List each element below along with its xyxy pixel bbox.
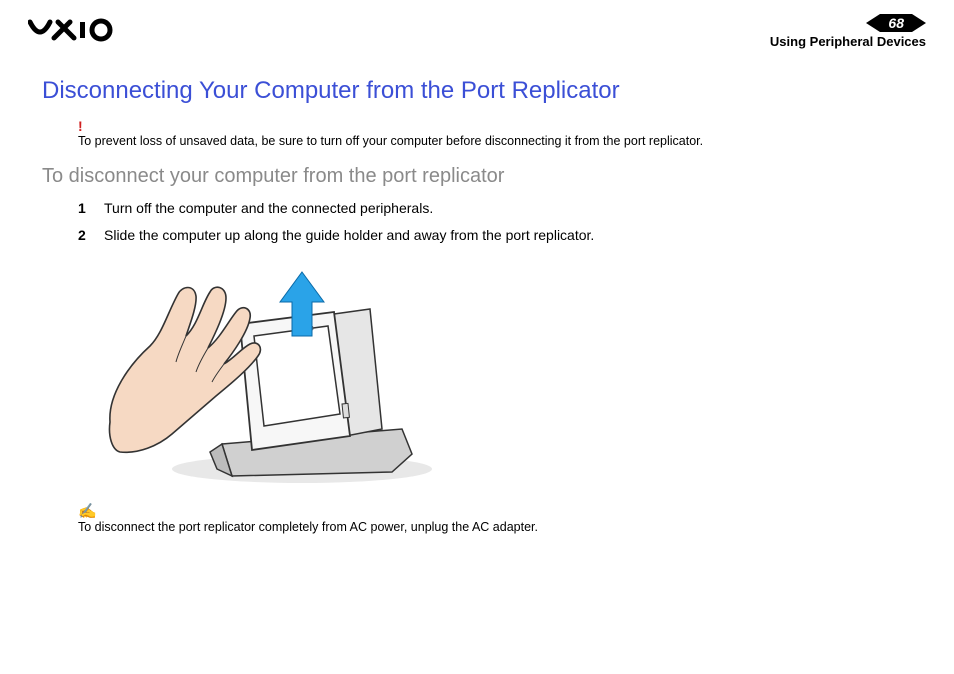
vaio-logo xyxy=(28,14,138,44)
illustration-disconnect: VAIO xyxy=(102,254,442,494)
note-text: To disconnect the port replicator comple… xyxy=(78,519,912,537)
note-block: ✍ To disconnect the port replicator comp… xyxy=(42,504,912,537)
page-number: 68 xyxy=(880,14,912,32)
prev-page-button[interactable] xyxy=(866,14,880,32)
step-text: Slide the computer up along the guide ho… xyxy=(104,225,594,246)
warning-block: ! To prevent loss of unsaved data, be su… xyxy=(42,119,912,151)
hand-icon xyxy=(109,287,260,452)
page-content: Disconnecting Your Computer from the Por… xyxy=(0,49,954,536)
step-item: 2 Slide the computer up along the guide … xyxy=(78,225,912,246)
note-icon: ✍ xyxy=(78,504,912,519)
steps-list: 1 Turn off the computer and the connecte… xyxy=(42,198,912,246)
step-number: 1 xyxy=(78,198,88,219)
warning-icon: ! xyxy=(78,119,912,133)
section-title: Using Peripheral Devices xyxy=(770,34,926,49)
step-item: 1 Turn off the computer and the connecte… xyxy=(78,198,912,219)
step-text: Turn off the computer and the connected … xyxy=(104,198,433,219)
step-number: 2 xyxy=(78,225,88,246)
header-right: 68 Using Peripheral Devices xyxy=(770,14,926,49)
main-heading: Disconnecting Your Computer from the Por… xyxy=(42,77,912,105)
page-header: 68 Using Peripheral Devices xyxy=(0,0,954,49)
next-page-button[interactable] xyxy=(912,14,926,32)
sub-heading: To disconnect your computer from the por… xyxy=(42,165,912,188)
page-navigation: 68 xyxy=(770,14,926,32)
warning-text: To prevent loss of unsaved data, be sure… xyxy=(78,133,912,151)
